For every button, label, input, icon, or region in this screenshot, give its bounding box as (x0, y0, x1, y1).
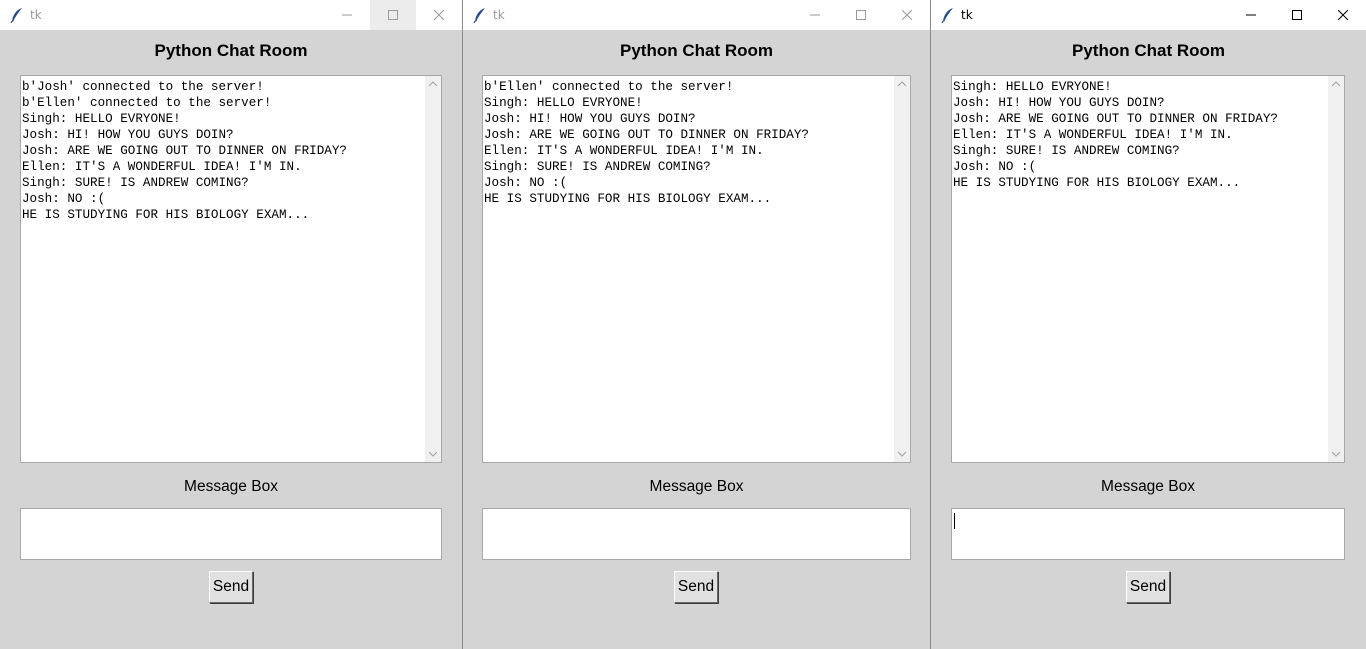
app-title: Python Chat Room (1072, 41, 1225, 60)
maximize-icon (388, 10, 398, 20)
close-icon (434, 10, 444, 20)
send-button[interactable]: Send (674, 571, 718, 603)
chevron-down-icon (1332, 451, 1340, 457)
chat-message: b'Josh' connected to the server! (22, 80, 264, 94)
window-title: tk (30, 8, 42, 22)
message-box-label: Message Box (1101, 478, 1195, 495)
send-button[interactable]: Send (209, 571, 253, 603)
chat-message: Ellen: IT'S A WONDERFUL IDEA! I'M IN. (953, 128, 1233, 142)
chat-scrollbar[interactable] (425, 76, 441, 462)
scroll-up-button[interactable] (894, 76, 910, 92)
close-button[interactable] (416, 0, 462, 30)
window-title: tk (493, 8, 505, 22)
chat-message: Josh: NO :( (484, 176, 568, 190)
send-button[interactable]: Send (1126, 571, 1170, 603)
close-icon (1338, 10, 1348, 20)
message-box-label: Message Box (184, 478, 278, 495)
chat-scrollbar[interactable] (894, 76, 910, 462)
chat-message: Singh: HELLO EVRYONE! (22, 112, 181, 126)
chat-message: Singh: HELLO EVRYONE! (953, 80, 1112, 94)
chat-message: b'Ellen' connected to the server! (484, 80, 734, 94)
message-input[interactable] (951, 508, 1345, 560)
chat-message: Singh: SURE! IS ANDREW COMING? (484, 160, 711, 174)
chat-messages: b'Josh' connected to the server! b'Ellen'… (22, 79, 423, 462)
chevron-down-icon (898, 451, 906, 457)
app-title: Python Chat Room (154, 41, 308, 60)
maximize-icon (1292, 10, 1302, 20)
chat-messages: b'Ellen' connected to the server! Singh: … (484, 79, 892, 462)
chevron-up-icon (429, 81, 437, 87)
chat-message: Josh: ARE WE GOING OUT TO DINNER ON FRID… (22, 144, 347, 158)
chat-message: HE IS STUDYING FOR HIS BIOLOGY EXAM... (953, 176, 1241, 190)
chat-window-1: tk Python Chat Room b'Josh' connected to… (0, 0, 462, 649)
title-bar[interactable]: tk (931, 0, 1366, 30)
chat-message: HE IS STUDYING FOR HIS BIOLOGY EXAM... (484, 192, 772, 206)
minimize-icon (810, 14, 820, 16)
feather-icon (941, 8, 953, 23)
minimize-button[interactable] (1228, 0, 1274, 30)
chat-message: Josh: NO :( (953, 160, 1037, 174)
chat-message: HE IS STUDYING FOR HIS BIOLOGY EXAM... (22, 208, 310, 222)
maximize-button[interactable] (370, 0, 416, 30)
chat-log[interactable]: b'Josh' connected to the server! b'Ellen'… (20, 75, 442, 463)
chat-message: Ellen: IT'S A WONDERFUL IDEA! I'M IN. (22, 160, 302, 174)
chat-message: Josh: HI! HOW YOU GUYS DOIN? (953, 96, 1165, 110)
scroll-down-button[interactable] (425, 446, 441, 462)
feather-icon (473, 8, 485, 23)
minimize-icon (342, 14, 352, 16)
chat-message: Singh: SURE! IS ANDREW COMING? (22, 176, 249, 190)
minimize-icon (1246, 14, 1256, 16)
chat-message: Josh: NO :( (22, 192, 106, 206)
title-bar[interactable]: tk (463, 0, 930, 30)
message-input[interactable] (482, 508, 911, 560)
chevron-up-icon (1332, 81, 1340, 87)
text-cursor (954, 513, 955, 529)
title-bar[interactable]: tk (0, 0, 462, 30)
minimize-button[interactable] (324, 0, 370, 30)
scroll-down-button[interactable] (1328, 446, 1344, 462)
chat-message: Singh: HELLO EVRYONE! (484, 96, 643, 110)
chat-message: b'Ellen' connected to the server! (22, 96, 272, 110)
chevron-up-icon (898, 81, 906, 87)
chat-log[interactable]: Singh: HELLO EVRYONE! Josh: HI! HOW YOU G… (951, 75, 1345, 463)
scroll-down-button[interactable] (894, 446, 910, 462)
close-button[interactable] (884, 0, 930, 30)
chat-message: Singh: SURE! IS ANDREW COMING? (953, 144, 1180, 158)
chat-message: Josh: ARE WE GOING OUT TO DINNER ON FRID… (953, 112, 1278, 126)
chat-message: Josh: ARE WE GOING OUT TO DINNER ON FRID… (484, 128, 809, 142)
maximize-button[interactable] (838, 0, 884, 30)
maximize-icon (856, 10, 866, 20)
message-box-label: Message Box (649, 478, 744, 495)
scroll-up-button[interactable] (1328, 76, 1344, 92)
maximize-button[interactable] (1274, 0, 1320, 30)
chat-messages: Singh: HELLO EVRYONE! Josh: HI! HOW YOU G… (953, 79, 1326, 462)
feather-icon (10, 8, 22, 23)
chevron-down-icon (429, 451, 437, 457)
close-icon (902, 10, 912, 20)
chat-message: Josh: HI! HOW YOU GUYS DOIN? (484, 112, 696, 126)
message-input[interactable] (20, 508, 442, 560)
close-button[interactable] (1320, 0, 1366, 30)
window-title: tk (961, 8, 973, 22)
chat-window-2: tk Python Chat Room b'Ellen' connected t… (463, 0, 930, 649)
chat-log[interactable]: b'Ellen' connected to the server! Singh: … (482, 75, 911, 463)
chat-message: Josh: HI! HOW YOU GUYS DOIN? (22, 128, 234, 142)
minimize-button[interactable] (792, 0, 838, 30)
scroll-up-button[interactable] (425, 76, 441, 92)
chat-window-3: tk Python Chat Room Singh: HELLO EVRYONE… (931, 0, 1366, 649)
chat-scrollbar[interactable] (1328, 76, 1344, 462)
chat-message: Ellen: IT'S A WONDERFUL IDEA! I'M IN. (484, 144, 764, 158)
app-title: Python Chat Room (620, 41, 773, 60)
